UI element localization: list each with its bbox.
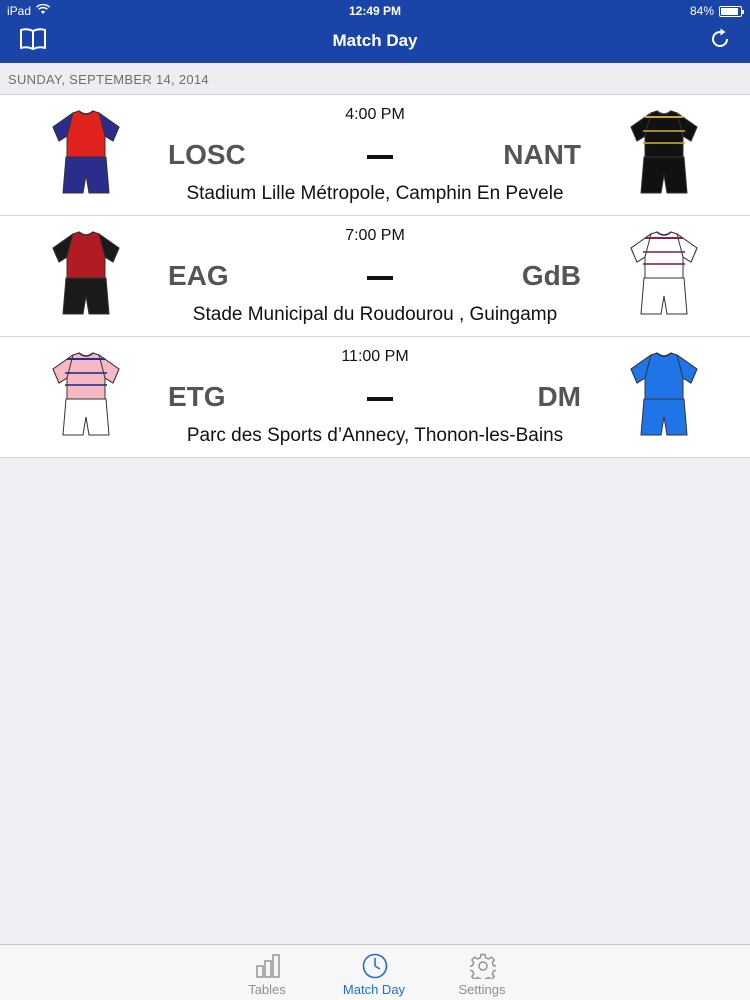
status-bar: iPad 12:49 PM 84% [0, 0, 750, 22]
away-team: DM [537, 381, 581, 412]
away-team: NANT [503, 139, 581, 170]
battery-icon [719, 5, 744, 17]
versus-dash [367, 155, 393, 159]
tab-match-day[interactable]: Match Day [329, 945, 419, 1000]
status-time: 12:49 PM [348, 4, 402, 18]
top-bar: iPad 12:49 PM 84% Match Day [0, 0, 750, 63]
versus-dash [367, 397, 393, 401]
away-team: GdB [521, 260, 581, 291]
versus-dash [367, 276, 393, 280]
tab-settings[interactable]: Settings [437, 945, 527, 1000]
away-kit-icon [627, 230, 701, 320]
gear-icon [468, 953, 498, 983]
date-section-header: SUNDAY, SEPTEMBER 14, 2014 [0, 63, 750, 95]
home-team: EAG [168, 260, 229, 291]
refresh-icon [708, 27, 732, 56]
clock-icon [362, 953, 388, 979]
tab-tables[interactable]: Tables [222, 945, 312, 1000]
refresh-button[interactable] [704, 26, 736, 56]
tab-settings-label: Settings [458, 982, 506, 997]
away-kit-icon [627, 109, 701, 199]
away-kit-icon [627, 351, 701, 441]
tab-bar: Tables Match Day Settings [0, 944, 750, 1000]
home-team: ETG [168, 381, 226, 412]
tab-tables-label: Tables [248, 982, 286, 997]
battery-percent: 84% [689, 4, 714, 18]
bar-chart-icon [255, 953, 281, 979]
status-right: 84% [689, 0, 744, 22]
tab-match-day-label: Match Day [342, 982, 406, 997]
match-row[interactable]: 11:00 PM ETG DM Parc des Sports d’Annecy… [0, 337, 750, 458]
home-team: LOSC [168, 139, 246, 170]
match-row[interactable]: 7:00 PM EAG GdB Stade Municipal du Roudo… [0, 216, 750, 337]
match-row[interactable]: 4:00 PM LOSC NANT Stadium Lille Métropol… [0, 95, 750, 216]
page-title: Match Day [332, 31, 418, 50]
